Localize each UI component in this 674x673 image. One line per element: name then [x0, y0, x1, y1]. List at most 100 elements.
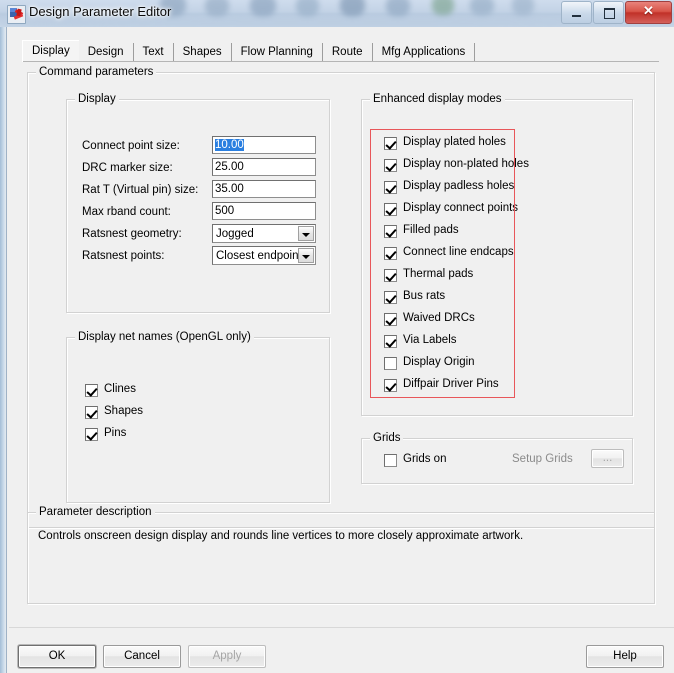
- parameter-description-text: Controls onscreen design display and rou…: [38, 530, 524, 542]
- display-net-names-group: Display net names (OpenGL only) Clines S…: [66, 331, 330, 503]
- window-left-border: [0, 27, 9, 673]
- tab-mfg-applications[interactable]: Mfg Applications: [372, 43, 476, 62]
- tab-strip: Display Design Text Shapes Flow Planning…: [22, 40, 476, 62]
- client-area: Display Design Text Shapes Flow Planning…: [9, 27, 674, 673]
- group-legend: Display: [75, 93, 119, 105]
- checkbox-label: Display plated holes: [403, 136, 506, 148]
- checkbox-icon[interactable]: [384, 357, 397, 370]
- title-bar: Design Parameter Editor ✕: [0, 0, 674, 27]
- connect-point-size-input[interactable]: 10.00: [212, 136, 316, 154]
- button-label: Apply: [212, 650, 242, 662]
- drc-marker-size-label: DRC marker size:: [82, 162, 173, 174]
- tab-text[interactable]: Text: [133, 43, 174, 62]
- close-icon: ✕: [643, 3, 654, 18]
- drc-marker-size-input[interactable]: 25.00: [212, 158, 316, 176]
- checkbox-icon[interactable]: [384, 137, 397, 150]
- tab-label: Mfg Applications: [381, 46, 466, 58]
- checkbox-icon[interactable]: [384, 379, 397, 392]
- tab-underline: [23, 61, 659, 62]
- select-value: Closest endpoint: [216, 250, 302, 262]
- rat-t-size-label: Rat T (Virtual pin) size:: [82, 184, 199, 196]
- checkbox-icon[interactable]: [384, 247, 397, 260]
- max-rband-count-label: Max rband count:: [82, 206, 171, 218]
- checkbox-label: Display non-plated holes: [403, 158, 529, 170]
- checkbox-icon[interactable]: [85, 384, 98, 397]
- checkbox-icon[interactable]: [85, 428, 98, 441]
- connect-point-size-label: Connect point size:: [82, 140, 180, 152]
- window-buttons: ✕: [560, 1, 672, 24]
- grids-group: Grids Grids on Setup Grids ...: [361, 432, 633, 484]
- ratsnest-geometry-label: Ratsnest geometry:: [82, 228, 182, 240]
- checkbox-label: Display padless holes: [403, 180, 515, 192]
- input-value: 10.00: [215, 139, 244, 151]
- ratsnest-points-select[interactable]: Closest endpoint: [212, 246, 316, 265]
- chevron-down-icon[interactable]: [298, 226, 314, 241]
- chevron-down-icon[interactable]: [298, 248, 314, 263]
- button-label: Cancel: [124, 650, 160, 662]
- checkbox-label: Diffpair Driver Pins: [403, 378, 499, 390]
- tab-flow-planning[interactable]: Flow Planning: [231, 43, 323, 62]
- ratsnest-geometry-select[interactable]: Jogged: [212, 224, 316, 243]
- enhanced-display-modes-group: Enhanced display modes Display plated ho…: [361, 93, 633, 416]
- minimize-button[interactable]: [561, 1, 592, 24]
- help-button[interactable]: Help: [586, 645, 664, 668]
- checkbox-icon[interactable]: [85, 406, 98, 419]
- parameter-description-group: Parameter description Controls onscreen …: [27, 506, 655, 604]
- display-group: Display Connect point size: 10.00 DRC ma…: [66, 93, 330, 313]
- ok-button[interactable]: OK: [18, 645, 96, 668]
- setup-grids-button[interactable]: ...: [591, 449, 624, 468]
- tab-display[interactable]: Display: [22, 40, 79, 62]
- button-label: Help: [613, 650, 637, 662]
- apply-button[interactable]: Apply: [188, 645, 266, 668]
- tab-label: Display: [32, 45, 70, 57]
- checkbox-label: Display connect points: [403, 202, 519, 214]
- app-icon: [7, 5, 26, 24]
- checkbox-icon[interactable]: [384, 159, 397, 172]
- tab-label: Design: [87, 46, 124, 58]
- group-legend: Enhanced display modes: [370, 93, 505, 105]
- tab-label: Flow Planning: [240, 46, 313, 58]
- button-label: OK: [48, 650, 66, 662]
- tab-shapes[interactable]: Shapes: [173, 43, 232, 62]
- button-label: ...: [602, 452, 613, 464]
- group-legend: Display net names (OpenGL only): [75, 331, 254, 343]
- tab-design[interactable]: Design: [78, 43, 134, 62]
- checkbox-label: Waived DRCs: [403, 312, 475, 324]
- checkbox-icon[interactable]: [384, 454, 397, 467]
- rat-t-size-input[interactable]: 35.00: [212, 180, 316, 198]
- checkbox-label: Filled pads: [403, 224, 459, 236]
- group-legend: Command parameters: [36, 66, 157, 78]
- tab-label: Text: [142, 46, 164, 58]
- checkbox-icon[interactable]: [384, 269, 397, 282]
- setup-grids-label: Setup Grids: [512, 453, 573, 465]
- close-button[interactable]: ✕: [625, 1, 672, 24]
- checkbox-icon[interactable]: [384, 203, 397, 216]
- cancel-button[interactable]: Cancel: [103, 645, 181, 668]
- design-parameter-editor-window: Design Parameter Editor ✕ Display Design…: [0, 0, 674, 673]
- ratsnest-points-label: Ratsnest points:: [82, 250, 165, 262]
- checkbox-icon[interactable]: [384, 335, 397, 348]
- input-value: 500: [215, 205, 235, 217]
- checkbox-label: Display Origin: [403, 356, 475, 368]
- checkbox-label: Bus rats: [403, 290, 446, 302]
- checkbox-label: Shapes: [104, 405, 144, 417]
- checkbox-label: Pins: [104, 427, 127, 439]
- tab-route[interactable]: Route: [322, 43, 373, 62]
- checkbox-icon[interactable]: [384, 291, 397, 304]
- select-value: Jogged: [216, 228, 254, 240]
- checkbox-label: Grids on: [403, 453, 447, 465]
- maximize-button[interactable]: [593, 1, 624, 24]
- checkbox-icon[interactable]: [384, 225, 397, 238]
- checkbox-label: Via Labels: [403, 334, 457, 346]
- checkbox-label: Clines: [104, 383, 136, 395]
- input-value: 25.00: [215, 161, 244, 173]
- max-rband-count-input[interactable]: 500: [212, 202, 316, 220]
- checkbox-icon[interactable]: [384, 181, 397, 194]
- tab-label: Shapes: [182, 46, 222, 58]
- checkbox-icon[interactable]: [384, 313, 397, 326]
- input-value: 35.00: [215, 183, 244, 195]
- group-legend: Grids: [370, 432, 404, 444]
- tab-label: Route: [331, 46, 363, 58]
- command-parameters-group: Command parameters Display Connect point…: [27, 66, 655, 528]
- checkbox-label: Connect line endcaps: [403, 246, 514, 258]
